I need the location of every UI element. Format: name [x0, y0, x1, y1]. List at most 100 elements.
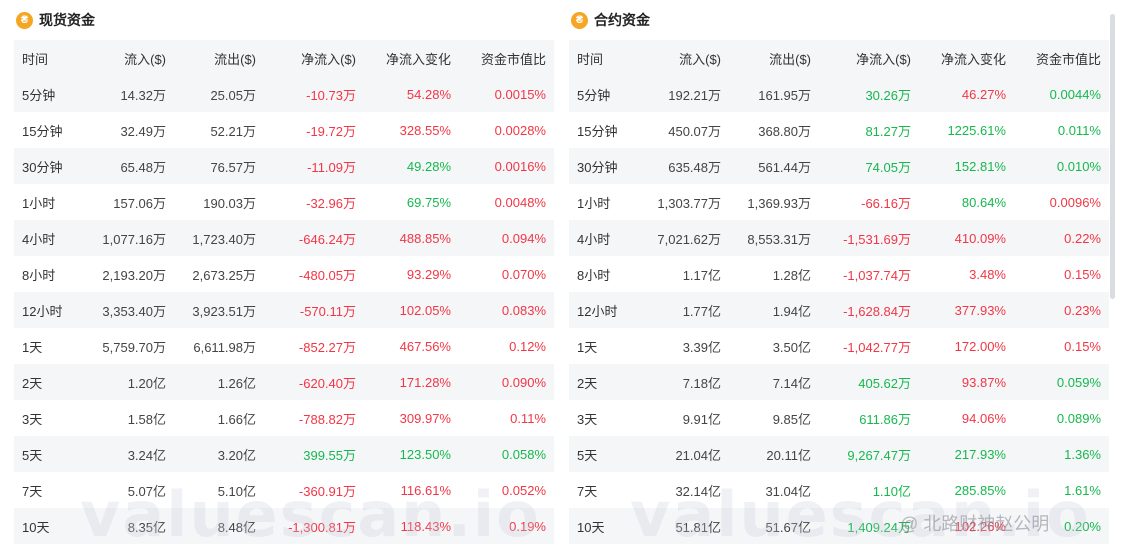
row-time: 7天: [569, 472, 639, 508]
row-cap-ratio: 0.19%: [459, 508, 554, 544]
table-row: 3天 1.58亿 1.66亿 -788.82万 309.97% 0.11%: [14, 400, 554, 436]
row-net-inflow-change: 102.26%: [919, 508, 1014, 544]
row-inflow: 1.20亿: [84, 364, 174, 400]
row-cap-ratio: 0.0044%: [1014, 76, 1109, 112]
table-row: 10天 8.35亿 8.48亿 -1,300.81万 118.43% 0.19%: [14, 508, 554, 544]
row-cap-ratio: 0.12%: [459, 328, 554, 364]
row-net-inflow-change: 172.00%: [919, 328, 1014, 364]
table-row: 7天 32.14亿 31.04亿 1.10亿 285.85% 1.61%: [569, 472, 1109, 508]
spot-panel-title: 现货资金: [39, 12, 95, 28]
row-net-inflow-change: 309.97%: [364, 400, 459, 436]
row-net-inflow: -1,037.74万: [819, 256, 919, 292]
row-outflow: 561.44万: [729, 148, 819, 184]
table-row: 3天 9.91亿 9.85亿 611.86万 94.06% 0.089%: [569, 400, 1109, 436]
row-outflow: 25.05万: [174, 76, 264, 112]
row-net-inflow-change: 410.09%: [919, 220, 1014, 256]
scrollbar[interactable]: [1110, 14, 1115, 299]
col-header-net-inflow-change[interactable]: 净流入变化: [364, 40, 459, 76]
row-time: 2天: [14, 364, 84, 400]
table-row: 8小时 1.17亿 1.28亿 -1,037.74万 3.48% 0.15%: [569, 256, 1109, 292]
row-net-inflow-change: 94.06%: [919, 400, 1014, 436]
row-inflow: 32.14亿: [639, 472, 729, 508]
row-inflow: 21.04亿: [639, 436, 729, 472]
row-net-inflow: 405.62万: [819, 364, 919, 400]
row-cap-ratio: 0.070%: [459, 256, 554, 292]
row-time: 15分钟: [569, 112, 639, 148]
row-outflow: 3.20亿: [174, 436, 264, 472]
row-time: 1天: [569, 328, 639, 364]
row-net-inflow: -480.05万: [264, 256, 364, 292]
row-time: 1天: [14, 328, 84, 364]
row-time: 1小时: [14, 184, 84, 220]
row-cap-ratio: 0.058%: [459, 436, 554, 472]
row-net-inflow-change: 123.50%: [364, 436, 459, 472]
row-net-inflow-change: 377.93%: [919, 292, 1014, 328]
row-outflow: 5.10亿: [174, 472, 264, 508]
row-time: 7天: [14, 472, 84, 508]
futures-panel-header: ₴ 合约资金: [569, 0, 1109, 40]
row-net-inflow-change: 488.85%: [364, 220, 459, 256]
futures-panel: ₴ 合约资金 时间 流入($) 流出($) 净流入($) 净流入变化 资金市值比…: [569, 0, 1109, 544]
row-cap-ratio: 0.0015%: [459, 76, 554, 112]
coin-icon: ₴: [571, 11, 588, 29]
row-inflow: 32.49万: [84, 112, 174, 148]
row-net-inflow: -646.24万: [264, 220, 364, 256]
row-time: 2天: [569, 364, 639, 400]
table-row: 12小时 3,353.40万 3,923.51万 -570.11万 102.05% 0.0…: [14, 292, 554, 328]
col-header-net-inflow[interactable]: 净流入($): [264, 40, 364, 76]
col-header-net-inflow-change[interactable]: 净流入变化: [919, 40, 1014, 76]
futures-table-header: 时间 流入($) 流出($) 净流入($) 净流入变化 资金市值比: [569, 40, 1109, 76]
row-net-inflow: -852.27万: [264, 328, 364, 364]
col-header-outflow[interactable]: 流出($): [729, 40, 819, 76]
row-outflow: 9.85亿: [729, 400, 819, 436]
col-header-time: 时间: [14, 40, 84, 76]
row-net-inflow-change: 217.93%: [919, 436, 1014, 472]
row-net-inflow-change: 467.56%: [364, 328, 459, 364]
spot-table: 时间 流入($) 流出($) 净流入($) 净流入变化 资金市值比 5分钟 14.…: [14, 40, 554, 544]
col-header-cap-ratio[interactable]: 资金市值比: [459, 40, 554, 76]
col-header-inflow[interactable]: 流入($): [84, 40, 174, 76]
row-outflow: 6,611.98万: [174, 328, 264, 364]
row-cap-ratio: 0.22%: [1014, 220, 1109, 256]
futures-panel-title: 合约资金: [594, 12, 650, 28]
row-cap-ratio: 0.0016%: [459, 148, 554, 184]
table-row: 4小时 1,077.16万 1,723.40万 -646.24万 488.85% 0.09…: [14, 220, 554, 256]
row-net-inflow: -19.72万: [264, 112, 364, 148]
row-inflow: 65.48万: [84, 148, 174, 184]
row-cap-ratio: 0.011%: [1014, 112, 1109, 148]
table-row: 15分钟 32.49万 52.21万 -19.72万 328.55% 0.0028%: [14, 112, 554, 148]
row-outflow: 1.66亿: [174, 400, 264, 436]
row-net-inflow: 9,267.47万: [819, 436, 919, 472]
row-time: 4小时: [569, 220, 639, 256]
col-header-net-inflow[interactable]: 净流入($): [819, 40, 919, 76]
col-header-cap-ratio[interactable]: 资金市值比: [1014, 40, 1109, 76]
row-net-inflow: -570.11万: [264, 292, 364, 328]
row-net-inflow: -10.73万: [264, 76, 364, 112]
row-inflow: 5.07亿: [84, 472, 174, 508]
row-cap-ratio: 1.61%: [1014, 472, 1109, 508]
row-inflow: 2,193.20万: [84, 256, 174, 292]
row-time: 10天: [569, 508, 639, 544]
row-inflow: 1.77亿: [639, 292, 729, 328]
row-time: 12小时: [14, 292, 84, 328]
row-outflow: 2,673.25万: [174, 256, 264, 292]
row-time: 5分钟: [14, 76, 84, 112]
row-time: 10天: [14, 508, 84, 544]
row-inflow: 450.07万: [639, 112, 729, 148]
row-net-inflow-change: 116.61%: [364, 472, 459, 508]
table-row: 1小时 1,303.77万 1,369.93万 -66.16万 80.64% 0.0096…: [569, 184, 1109, 220]
col-header-outflow[interactable]: 流出($): [174, 40, 264, 76]
col-header-inflow[interactable]: 流入($): [639, 40, 729, 76]
row-cap-ratio: 0.059%: [1014, 364, 1109, 400]
row-cap-ratio: 0.0028%: [459, 112, 554, 148]
row-inflow: 7.18亿: [639, 364, 729, 400]
row-outflow: 368.80万: [729, 112, 819, 148]
table-row: 10天 51.81亿 51.67亿 1,409.24万 102.26% 0.20%: [569, 508, 1109, 544]
row-outflow: 8.48亿: [174, 508, 264, 544]
row-outflow: 7.14亿: [729, 364, 819, 400]
row-cap-ratio: 0.090%: [459, 364, 554, 400]
row-inflow: 5,759.70万: [84, 328, 174, 364]
row-cap-ratio: 0.15%: [1014, 328, 1109, 364]
row-net-inflow-change: 69.75%: [364, 184, 459, 220]
row-inflow: 1,077.16万: [84, 220, 174, 256]
